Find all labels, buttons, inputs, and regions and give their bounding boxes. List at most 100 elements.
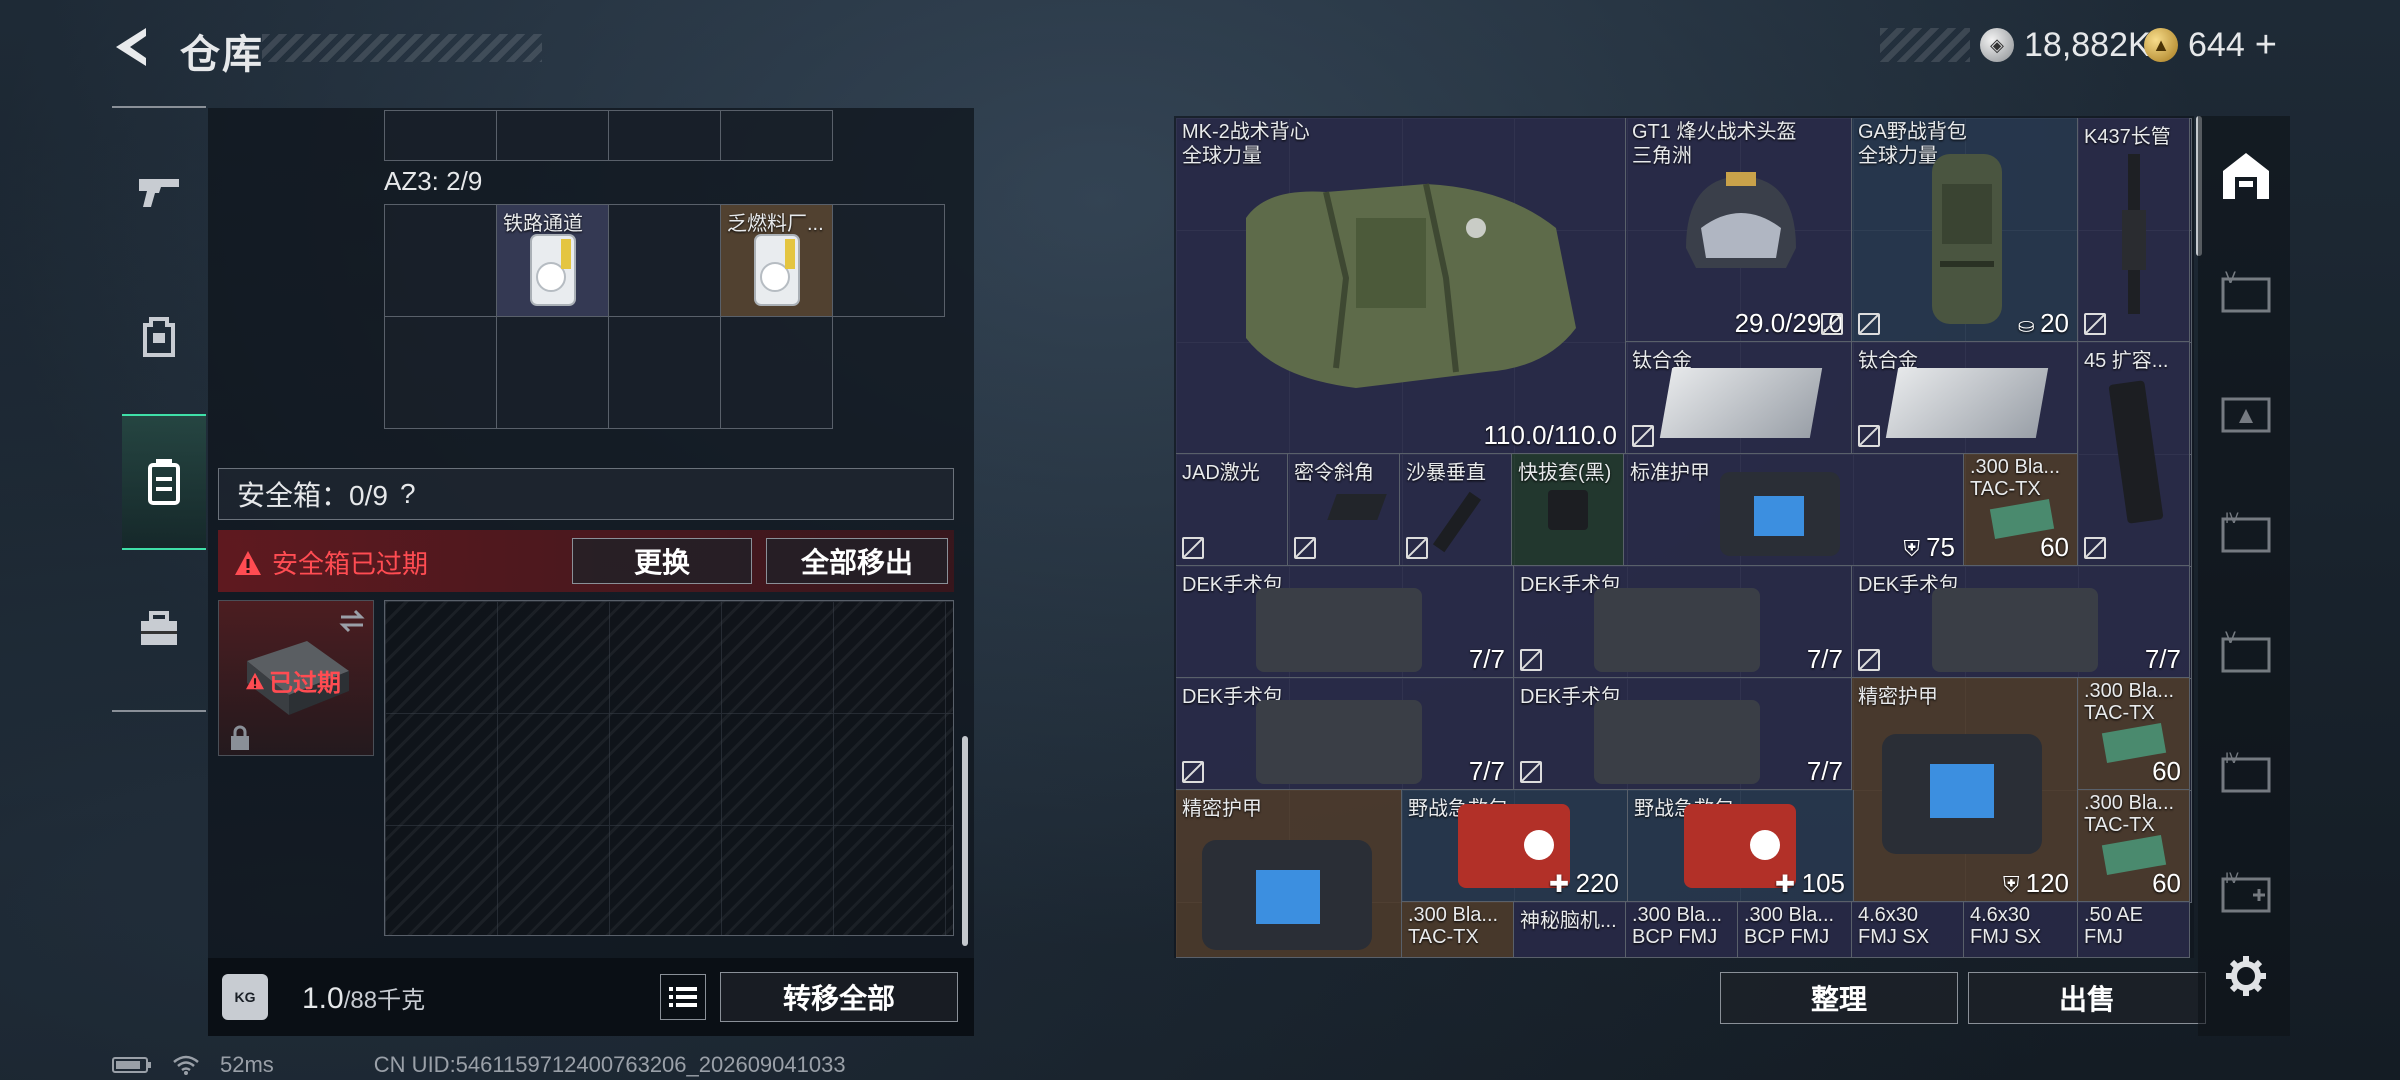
back-button[interactable] bbox=[108, 22, 158, 72]
nav-warehouse-iv2[interactable]: IV bbox=[2216, 742, 2276, 802]
uid-text: CN UID:5461159712400763206_202609041033 bbox=[373, 1052, 846, 1077]
item-field-aid-kit[interactable]: 野战急救包 ✚ 220 bbox=[1402, 790, 1628, 902]
item-precision-armor[interactable]: 精密护甲 ⛨ 120 bbox=[1852, 678, 2078, 902]
item-45-mag[interactable]: 45 扩容... bbox=[2078, 342, 2190, 566]
surgery-kit-icon bbox=[1932, 588, 2098, 672]
item-quick-holster[interactable]: 快拔套(黑) bbox=[1512, 454, 1624, 566]
item-dek-kit[interactable]: DEK手术包 7/7 bbox=[1176, 678, 1514, 790]
keycard-icon bbox=[530, 234, 576, 306]
grid-cell[interactable] bbox=[497, 317, 609, 429]
item-mk2-vest[interactable]: MK-2战术背心 全球力量 110.0/110.0 bbox=[1176, 118, 1626, 454]
item-gt1-helmet[interactable]: GT1 烽火战术头盔 三角洲 29.0/29.0 bbox=[1626, 118, 1852, 342]
item-dek-kit[interactable]: DEK手术包 7/7 bbox=[1176, 566, 1514, 678]
grid-cell[interactable] bbox=[385, 317, 497, 429]
nav-toolbox[interactable] bbox=[124, 594, 194, 664]
toolbox-icon bbox=[141, 611, 177, 645]
list-view-button[interactable] bbox=[660, 974, 706, 1020]
unrepairable-icon bbox=[1406, 537, 1428, 559]
nav-warehouse-v[interactable]: V bbox=[2216, 262, 2276, 322]
nav-warehouse-iv[interactable]: IV bbox=[2216, 502, 2276, 562]
item-300blk-tactx[interactable]: .300 Bla... TAC-TX 60 bbox=[2078, 678, 2190, 790]
item-mystery-chip[interactable]: 神秘脑机... bbox=[1514, 902, 1626, 958]
sort-button[interactable]: 整理 bbox=[1720, 972, 1958, 1024]
replace-button[interactable]: 更换 bbox=[572, 538, 752, 584]
item-precision-armor[interactable]: 精密护甲 bbox=[1176, 790, 1402, 958]
item-angled-grip[interactable]: 密令斜角 bbox=[1288, 454, 1400, 566]
armor-plate bbox=[1256, 870, 1320, 924]
grid-cell[interactable] bbox=[385, 205, 497, 317]
item-k437-barrel[interactable]: K437长管 bbox=[2078, 118, 2190, 342]
first-aid-cross bbox=[1524, 830, 1554, 860]
left-scrollbar[interactable] bbox=[962, 736, 968, 946]
lock-icon bbox=[231, 725, 249, 750]
unrepairable-icon bbox=[1294, 537, 1316, 559]
grid-cell[interactable] bbox=[721, 111, 833, 161]
item-name: 精密护甲 bbox=[1182, 798, 1262, 820]
storage-iv-icon: IV bbox=[2221, 751, 2271, 793]
unrepairable-icon bbox=[1821, 313, 1843, 335]
item-fanranliao[interactable]: 乏燃料厂... bbox=[721, 205, 833, 317]
item-300blk-tactx[interactable]: .300 Bla... TAC-TX bbox=[1402, 902, 1514, 958]
item-name: 45 扩容... bbox=[2084, 350, 2169, 372]
item-300blk-tactx[interactable]: .300 Bla... TAC-TX 60 bbox=[1964, 454, 2078, 566]
item-dek-kit[interactable]: DEK手术包 7/7 bbox=[1514, 566, 1852, 678]
transfer-all-button[interactable]: 转移全部 bbox=[720, 972, 958, 1022]
item-dek-kit[interactable]: DEK手术包 7/7 bbox=[1514, 678, 1852, 790]
item-name: JAD激光 bbox=[1182, 462, 1260, 484]
item-300blk-tactx[interactable]: .300 Bla... TAC-TX 60 bbox=[2078, 790, 2190, 902]
storage-giii-icon bbox=[2221, 397, 2271, 433]
alert-text: 安全箱已过期 bbox=[272, 549, 429, 579]
item-50ae[interactable]: .50 AE FMJ bbox=[2078, 902, 2190, 958]
item-vertical-grip[interactable]: 沙暴垂直 bbox=[1400, 454, 1512, 566]
help-icon[interactable]: ? bbox=[400, 478, 416, 510]
move-all-out-button[interactable]: 全部移出 bbox=[766, 538, 948, 584]
item-name: .300 Bla... TAC-TX bbox=[1408, 904, 1499, 948]
nav-equipment[interactable] bbox=[124, 302, 194, 372]
sell-button[interactable]: 出售 bbox=[1968, 972, 2206, 1024]
safe-box-slot[interactable]: 已过期 bbox=[218, 600, 374, 756]
item-field-aid-kit[interactable]: 野战急救包 ✚ 105 bbox=[1628, 790, 1854, 902]
unrepairable-icon bbox=[1858, 313, 1880, 335]
item-300blk-bcp[interactable]: .300 Bla... BCP FMJ bbox=[1626, 902, 1738, 958]
nav-weapons[interactable] bbox=[124, 156, 194, 226]
nav-warehouse-main[interactable] bbox=[2216, 146, 2276, 206]
uses: 7/7 bbox=[1468, 644, 1505, 674]
ammo-count: 60 bbox=[2040, 532, 2069, 562]
grid-cell[interactable] bbox=[497, 111, 609, 161]
item-300blk-bcp[interactable]: .300 Bla... BCP FMJ bbox=[1738, 902, 1852, 958]
hp-value: ✚ 220 bbox=[1548, 868, 1619, 898]
uses: 7/7 bbox=[2144, 644, 2181, 674]
item-jad-laser[interactable]: JAD激光 bbox=[1176, 454, 1288, 566]
grid-cell[interactable] bbox=[609, 111, 721, 161]
nav-storage[interactable] bbox=[122, 414, 206, 550]
first-aid-cross bbox=[1750, 830, 1780, 860]
nav-warehouse-giii[interactable] bbox=[2216, 382, 2276, 442]
item-titanium[interactable]: 钛合金 bbox=[1852, 342, 2078, 454]
settings-button[interactable] bbox=[2216, 946, 2276, 1006]
safe-box-alert: 安全箱已过期 更换 全部移出 bbox=[218, 530, 954, 592]
item-ga-backpack[interactable]: GA野战背包 全球力量 ⛀ 20 bbox=[1852, 118, 2078, 342]
grid-cell[interactable] bbox=[609, 205, 721, 317]
nav-warehouse-v2[interactable]: V bbox=[2216, 622, 2276, 682]
item-titanium[interactable]: 钛合金 bbox=[1626, 342, 1852, 454]
add-gold-icon[interactable]: + bbox=[2255, 24, 2277, 67]
item-tielu-tongdao[interactable]: 铁路通道 bbox=[497, 205, 609, 317]
swap-icon[interactable] bbox=[337, 609, 367, 633]
armor-bag-icon bbox=[1202, 840, 1372, 950]
item-name: .300 Bla... TAC-TX bbox=[2084, 792, 2175, 836]
grid-cell[interactable] bbox=[385, 111, 497, 161]
item-46x30[interactable]: 4.6x30 FMJ SX bbox=[1964, 902, 2078, 958]
currency-silver[interactable]: ◈ 18,882K bbox=[1880, 24, 2151, 66]
svg-text:IV: IV bbox=[2225, 511, 2239, 527]
item-46x30[interactable]: 4.6x30 FMJ SX bbox=[1852, 902, 1964, 958]
grid-cell[interactable] bbox=[833, 205, 945, 317]
grip-icon bbox=[1327, 494, 1387, 520]
unrepairable-icon bbox=[2084, 537, 2106, 559]
grid-cell[interactable] bbox=[721, 317, 833, 429]
nav-warehouse-add[interactable]: IV bbox=[2216, 862, 2276, 922]
item-standard-armor[interactable]: 标准护甲 ⛨ 75 bbox=[1624, 454, 1964, 566]
grid-cell[interactable] bbox=[609, 317, 721, 429]
currency-gold[interactable]: ▲ 644 + bbox=[2144, 24, 2277, 66]
item-dek-kit[interactable]: DEK手术包 7/7 bbox=[1852, 566, 2190, 678]
surgery-kit-icon bbox=[1594, 700, 1760, 784]
